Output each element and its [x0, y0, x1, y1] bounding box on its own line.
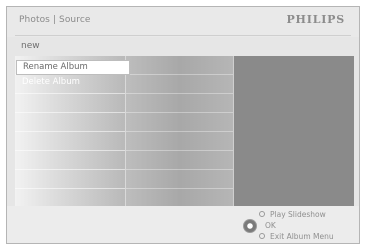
exit-album-menu-label: Exit Album Menu — [270, 232, 334, 241]
header-divider — [15, 35, 351, 36]
submenu-panel — [125, 56, 234, 206]
ok-hint[interactable]: OK — [265, 221, 276, 231]
ok-dial-icon[interactable] — [243, 219, 257, 233]
control-legend: Play Slideshow OK Exit Album Menu — [243, 209, 355, 243]
album-name: new — [21, 41, 40, 51]
up-indicator-icon — [259, 211, 265, 217]
ok-label: OK — [265, 221, 276, 230]
play-slideshow-hint[interactable]: Play Slideshow — [259, 210, 326, 220]
exit-album-menu-hint[interactable]: Exit Album Menu — [259, 232, 334, 242]
header: Photos | Source PHILIPS — [7, 7, 359, 37]
footer: Play Slideshow OK Exit Album Menu — [7, 206, 359, 243]
preview-panel — [233, 56, 354, 206]
album-menu: Rename Album Delete Album — [16, 60, 130, 90]
play-slideshow-label: Play Slideshow — [270, 210, 326, 219]
photo-frame-screen: Photos | Source PHILIPS new Rename Album… — [6, 6, 360, 244]
down-indicator-icon — [259, 233, 265, 239]
menu-item-rename-album[interactable]: Rename Album — [16, 60, 130, 75]
brand-logo: PHILIPS — [286, 13, 345, 26]
menu-item-delete-album[interactable]: Delete Album — [16, 75, 130, 90]
breadcrumb: Photos | Source — [19, 15, 91, 25]
